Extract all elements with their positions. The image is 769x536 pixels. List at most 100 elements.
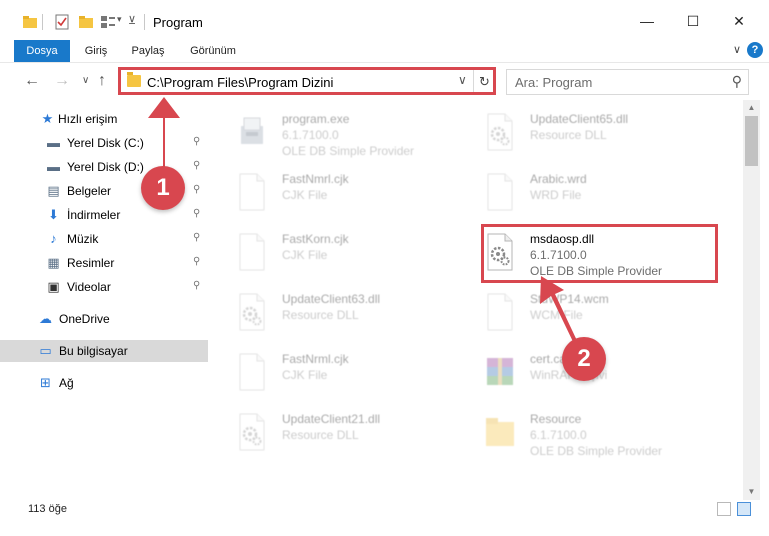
file-item[interactable]: program.exe 6.1.7100.0 OLE DB Simple Provi… <box>222 104 462 160</box>
download-icon: ⬇ <box>48 207 59 222</box>
sidebar-item-label: OneDrive <box>59 312 110 326</box>
file-item[interactable]: Resource 6.1.7100.0 OLE DB Simple Provider <box>470 404 710 460</box>
pin-icon[interactable]: ⚲ <box>193 232 200 243</box>
folder-icon[interactable] <box>22 14 38 30</box>
new-folder-icon[interactable] <box>78 14 94 30</box>
sidebar-item[interactable]: ▭ Bu bilgisayar <box>0 340 208 362</box>
title-bar: ▾ ⊻ Program — ☐ ✕ <box>0 0 769 40</box>
sidebar-item-label: İndirmeler <box>67 208 121 222</box>
recent-locations-icon[interactable]: ∨ <box>82 75 89 86</box>
back-arrow-icon[interactable]: ← <box>24 72 40 90</box>
search-box[interactable]: Ara: Program ⚲ <box>506 69 749 95</box>
properties-icon[interactable] <box>54 14 70 30</box>
file-name: StdWP14.wcm <box>530 292 609 306</box>
quick-access-customize-icon[interactable]: ⊻ <box>128 14 136 27</box>
file-description: OLE DB Simple Provider <box>530 444 663 458</box>
pin-icon[interactable]: ⚲ <box>193 280 200 291</box>
file-name: Arabic.wrd <box>530 172 587 186</box>
customize-toolbar-icon[interactable] <box>100 14 116 30</box>
computer-icon: ▭ <box>39 343 52 358</box>
network-icon: ⊞ <box>40 375 51 390</box>
file-item[interactable]: FastKorn.cjk CJK File <box>222 224 462 280</box>
pin-icon[interactable]: ⚲ <box>193 184 200 195</box>
star-icon: ★ <box>41 111 54 126</box>
dll-icon <box>236 292 268 332</box>
step-badge-2: 2 <box>562 337 606 381</box>
divider <box>42 14 43 30</box>
sidebar-item[interactable]: ⊞ Ağ <box>0 372 208 394</box>
sidebar-item-label: Hızlı erişim <box>58 112 118 126</box>
pin-icon[interactable]: ⚲ <box>193 208 200 219</box>
quick-access-dropdown-icon[interactable]: ▾ <box>117 14 122 25</box>
sidebar-item[interactable]: ☁ OneDrive <box>0 308 208 330</box>
file-item[interactable]: UpdateClient21.dll Resource DLL <box>222 404 462 460</box>
folder-icon <box>484 412 516 452</box>
item-count: 113 öğe <box>28 503 67 515</box>
scroll-up-icon[interactable]: ▲ <box>743 100 760 116</box>
file-item[interactable]: FastNrml.cjk CJK File <box>222 344 462 400</box>
file-detail: WRD File <box>530 188 582 202</box>
file-name: FastNrml.cjk <box>282 352 349 366</box>
file-detail: 6.1.7100.0 <box>282 128 339 142</box>
file-item[interactable]: UpdateClient65.dll Resource DLL <box>470 104 710 160</box>
file-icon <box>236 232 268 272</box>
divider <box>144 14 145 30</box>
minimize-button[interactable]: — <box>624 6 670 36</box>
navigation-pane: ★ Hızlı erişim ▬ Yerel Disk (C:) ⚲ ▬ Yerel Dis… <box>0 100 208 500</box>
scroll-down-icon[interactable]: ▼ <box>743 484 760 500</box>
sidebar-item-label: Videolar <box>67 280 111 294</box>
file-name: program.exe <box>282 112 350 126</box>
file-name: FastNmrl.cjk <box>282 172 349 186</box>
pin-icon[interactable]: ⚲ <box>193 136 200 147</box>
search-input[interactable]: Ara: Program <box>515 75 592 90</box>
ribbon-tabs: Dosya Giriş Paylaş Görünüm ∨ ? <box>0 40 769 62</box>
file-name: UpdateClient63.dll <box>282 292 381 306</box>
tab-view[interactable]: Görünüm <box>182 40 244 62</box>
sidebar-item[interactable]: ♪ Müzik ⚲ <box>0 228 208 250</box>
pin-icon[interactable]: ⚲ <box>193 160 200 171</box>
help-icon[interactable]: ? <box>747 42 763 58</box>
sidebar-item[interactable]: ▣ Videolar ⚲ <box>0 276 208 298</box>
file-detail: 6.1.7100.0 <box>530 428 587 442</box>
file-detail: Resource DLL <box>282 428 359 442</box>
file-item[interactable]: FastNmrl.cjk CJK File <box>222 164 462 220</box>
scroll-thumb[interactable] <box>745 116 758 166</box>
file-description: OLE DB Simple Provider <box>282 144 415 158</box>
cloud-icon: ☁ <box>39 311 52 326</box>
file-icon <box>236 352 268 392</box>
up-arrow-icon[interactable]: ↑ <box>98 72 106 90</box>
close-button[interactable]: ✕ <box>716 6 762 36</box>
forward-arrow-icon[interactable]: → <box>54 72 70 90</box>
file-detail: CJK File <box>282 248 328 262</box>
sidebar-item-label: Bu bilgisayar <box>59 344 128 358</box>
details-view-icon[interactable] <box>717 502 731 516</box>
file-icon <box>236 172 268 212</box>
tab-share[interactable]: Paylaş <box>124 40 172 62</box>
file-detail: Resource DLL <box>282 308 359 322</box>
tab-file[interactable]: Dosya <box>14 40 70 62</box>
tiles-view-icon[interactable] <box>737 502 751 516</box>
file-name: UpdateClient21.dll <box>282 412 381 426</box>
documents-icon: ▤ <box>47 183 60 198</box>
sidebar-item[interactable]: ▦ Resimler ⚲ <box>0 252 208 274</box>
dll-icon <box>484 112 516 152</box>
archive-icon <box>484 352 516 392</box>
window-title: Program <box>153 15 203 30</box>
file-name: Resource <box>530 412 582 426</box>
sidebar-item-label: Resimler <box>67 256 115 270</box>
tab-home[interactable]: Giriş <box>76 40 116 62</box>
expand-ribbon-icon[interactable]: ∨ <box>733 43 741 56</box>
file-item[interactable]: Arabic.wrd WRD File <box>470 164 710 220</box>
sidebar-item[interactable]: ⬇ İndirmeler ⚲ <box>0 204 208 226</box>
vertical-scrollbar[interactable]: ▲ ▼ <box>743 100 760 500</box>
pin-icon[interactable]: ⚲ <box>193 256 200 267</box>
file-highlight-box <box>481 224 718 283</box>
file-item[interactable]: UpdateClient63.dll Resource DLL <box>222 284 462 340</box>
sidebar-item[interactable]: ★ Hızlı erişim <box>0 108 208 130</box>
maximize-button[interactable]: ☐ <box>670 6 716 36</box>
file-item[interactable]: StdWP14.wcm WCM File <box>470 284 710 340</box>
step-badge-1: 1 <box>141 166 185 210</box>
address-highlight-box <box>118 67 496 95</box>
sidebar-item[interactable]: ▬ Yerel Disk (C:) ⚲ <box>0 132 208 154</box>
search-icon[interactable]: ⚲ <box>732 73 742 90</box>
